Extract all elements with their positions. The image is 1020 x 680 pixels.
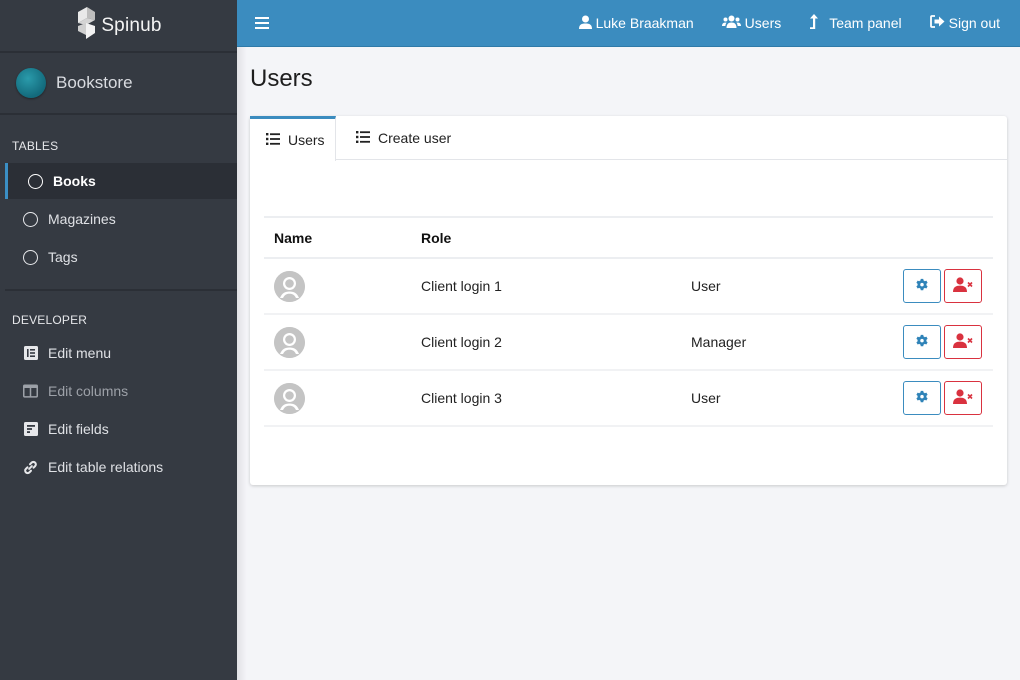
column-header-name: Name (274, 229, 313, 246)
remove-user-button[interactable] (944, 325, 982, 359)
gear-icon (915, 278, 929, 295)
list-icon (356, 130, 370, 146)
hamburger-icon[interactable] (255, 17, 269, 29)
tab-label: Users (288, 132, 325, 148)
top-link-label: Sign out (948, 15, 1000, 31)
brand-name: Spinub (101, 14, 162, 36)
circle-icon (23, 249, 38, 265)
columns-icon (23, 384, 38, 399)
avatar (274, 382, 305, 414)
tab-create-user[interactable]: Create user (336, 116, 467, 160)
section-title-developer: DEVELOPER (12, 313, 88, 327)
project-avatar (16, 68, 46, 98)
sidebar-item-label: Edit fields (48, 421, 109, 437)
top-link-team-panel[interactable]: Team panel (809, 14, 902, 32)
tab-label: Create user (378, 130, 452, 146)
users-icon (721, 15, 741, 31)
gear-icon (915, 390, 929, 407)
user-role: User (691, 390, 721, 406)
sidebar-item-label: Books (53, 173, 96, 189)
table-header: Name Role (264, 216, 993, 259)
list-box-icon (23, 346, 38, 361)
edit-user-button[interactable] (903, 325, 941, 359)
user-icon (578, 15, 592, 32)
tabs: Users Create user (250, 116, 1007, 161)
edit-user-button[interactable] (903, 269, 941, 303)
table-row: Client login 2 Manager (264, 315, 993, 371)
user-remove-icon (953, 277, 973, 295)
remove-user-button[interactable] (944, 381, 982, 415)
circle-icon (28, 173, 43, 189)
top-nav: Luke Braakman Users Team panel Sign out (578, 14, 1020, 32)
avatar (274, 326, 305, 358)
user-login: Client login 3 (421, 390, 502, 406)
sign-out-icon (929, 15, 945, 31)
top-link-users[interactable]: Users (721, 15, 782, 31)
project-switcher[interactable]: Bookstore (0, 53, 237, 115)
tab-users[interactable]: Users (250, 116, 336, 161)
sidebar-item-edit-table-relations[interactable]: Edit table relations (0, 449, 237, 485)
user-role: User (691, 278, 721, 294)
table-row: Client login 3 User (264, 371, 993, 427)
user-login: Client login 1 (421, 278, 502, 294)
brand[interactable]: Spinub (0, 0, 237, 53)
level-up-icon (809, 14, 819, 32)
sidebar-item-edit-fields[interactable]: Edit fields (0, 411, 237, 447)
sidebar-item-edit-menu[interactable]: Edit menu (0, 335, 237, 371)
sidebar-item-edit-columns[interactable]: Edit columns (0, 373, 237, 409)
users-card: Users Create user Name Role Client login… (250, 116, 1007, 485)
users-table: Name Role Client login 1 User Client log… (264, 216, 993, 427)
top-link-profile[interactable]: Luke Braakman (578, 15, 694, 32)
link-icon (23, 460, 38, 475)
user-remove-icon (953, 389, 973, 407)
sidebar-item-label: Edit columns (48, 383, 129, 399)
user-login: Client login 2 (421, 334, 502, 350)
top-link-sign-out[interactable]: Sign out (929, 15, 1000, 31)
main-content: Users Users Create user Name Role Client… (237, 47, 1020, 680)
cube-logo-icon (75, 6, 97, 45)
section-title-tables: TABLES (12, 139, 59, 153)
sidebar: Spinub Bookstore TABLES Books Magazines … (0, 0, 237, 680)
user-role: Manager (691, 334, 747, 350)
table-row: Client login 1 User (264, 259, 993, 315)
circle-icon (23, 211, 38, 227)
sidebar-item-books[interactable]: Books (5, 163, 237, 199)
sidebar-item-tags[interactable]: Tags (0, 239, 237, 275)
project-name: Bookstore (56, 73, 133, 92)
list-icon (266, 132, 280, 148)
sidebar-item-label: Edit table relations (48, 459, 164, 475)
gear-icon (915, 334, 929, 351)
top-link-label: Users (744, 15, 782, 31)
sidebar-item-label: Edit menu (48, 345, 112, 361)
sidebar-item-magazines[interactable]: Magazines (0, 201, 237, 237)
fields-icon (23, 422, 38, 437)
avatar (274, 270, 305, 302)
column-header-role: Role (421, 229, 452, 246)
top-link-label: Luke Braakman (595, 15, 694, 31)
sidebar-item-label: Magazines (48, 211, 116, 227)
topbar: Luke Braakman Users Team panel Sign out (237, 0, 1020, 47)
remove-user-button[interactable] (944, 269, 982, 303)
sidebar-item-label: Tags (48, 249, 78, 265)
edit-user-button[interactable] (903, 381, 941, 415)
user-remove-icon (953, 333, 973, 351)
sidebar-divider (5, 289, 237, 291)
page-title: Users (250, 65, 313, 92)
top-link-label: Team panel (829, 15, 902, 31)
